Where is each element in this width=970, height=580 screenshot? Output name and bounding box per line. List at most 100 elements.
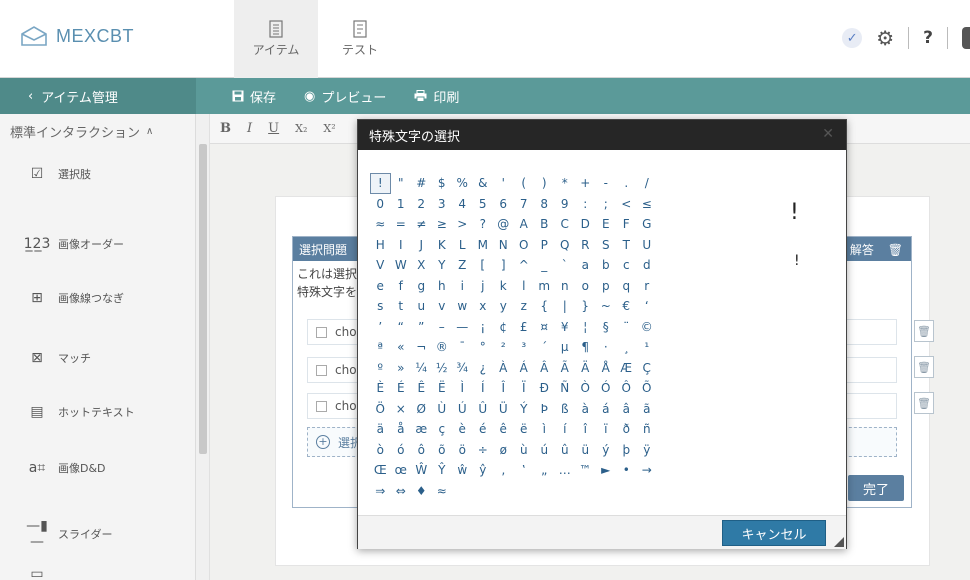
special-char-cell[interactable]: ≥: [432, 214, 453, 235]
print-button[interactable]: 印刷: [414, 87, 459, 106]
special-char-cell[interactable]: ³: [514, 337, 535, 358]
special-char-cell[interactable]: M: [473, 235, 494, 256]
special-char-cell[interactable]: Æ: [616, 358, 637, 379]
superscript-button[interactable]: X²: [323, 122, 335, 135]
sidebar-item-hottext[interactable]: ▤ ホットテキスト: [22, 404, 134, 420]
cancel-button[interactable]: キャンセル: [722, 520, 826, 546]
answer-tab[interactable]: 解答 🗑: [850, 241, 903, 258]
special-char-cell[interactable]: ¯: [452, 337, 473, 358]
special-char-cell[interactable]: Ã: [555, 358, 576, 379]
special-char-cell[interactable]: ¼: [411, 358, 432, 379]
special-char-cell[interactable]: Ù: [432, 399, 453, 420]
special-char-cell[interactable]: ê: [493, 419, 514, 440]
special-char-cell[interactable]: ¬: [411, 337, 432, 358]
special-char-cell[interactable]: ë: [514, 419, 535, 440]
special-char-cell[interactable]: Á: [514, 358, 535, 379]
special-char-cell[interactable]: ‘: [637, 296, 658, 317]
special-char-cell[interactable]: œ: [391, 460, 412, 481]
special-char-cell[interactable]: ♦: [411, 481, 432, 502]
special-char-cell[interactable]: €: [616, 296, 637, 317]
special-char-cell[interactable]: /: [637, 173, 658, 194]
special-char-cell[interactable]: y: [493, 296, 514, 317]
special-char-cell[interactable]: r: [637, 276, 658, 297]
special-char-cell[interactable]: ï: [596, 419, 617, 440]
special-char-cell[interactable]: R: [575, 235, 596, 256]
special-char-cell[interactable]: →: [637, 460, 658, 481]
special-char-cell[interactable]: n: [555, 276, 576, 297]
special-char-cell[interactable]: ': [493, 173, 514, 194]
special-char-cell[interactable]: è: [452, 419, 473, 440]
close-icon[interactable]: ✕: [822, 126, 834, 142]
save-button[interactable]: 保存: [232, 87, 276, 106]
special-char-cell[interactable]: F: [616, 214, 637, 235]
special-char-cell[interactable]: ñ: [637, 419, 658, 440]
delete-choice-button[interactable]: 🗑: [914, 392, 934, 414]
checkbox[interactable]: [316, 364, 327, 376]
special-char-cell[interactable]: ¾: [452, 358, 473, 379]
special-char-cell[interactable]: 8: [534, 194, 555, 215]
special-char-cell[interactable]: l: [514, 276, 535, 297]
special-char-cell[interactable]: h: [432, 276, 453, 297]
special-char-cell[interactable]: q: [616, 276, 637, 297]
special-char-cell[interactable]: º: [370, 358, 391, 379]
special-char-cell[interactable]: ►: [596, 460, 617, 481]
special-char-cell[interactable]: >: [452, 214, 473, 235]
sidebar-item-more[interactable]: ▭: [22, 566, 58, 580]
special-char-cell[interactable]: ®: [432, 337, 453, 358]
special-char-cell[interactable]: p: [596, 276, 617, 297]
special-char-cell[interactable]: J: [411, 235, 432, 256]
special-char-cell[interactable]: W: [391, 255, 412, 276]
special-char-cell[interactable]: ;: [596, 194, 617, 215]
special-char-cell[interactable]: ÷: [473, 440, 494, 461]
special-char-cell[interactable]: g: [411, 276, 432, 297]
special-char-cell[interactable]: a: [575, 255, 596, 276]
special-char-cell[interactable]: •: [616, 460, 637, 481]
special-char-cell[interactable]: e: [370, 276, 391, 297]
special-char-cell[interactable]: P: [534, 235, 555, 256]
special-char-cell[interactable]: °: [473, 337, 494, 358]
special-char-cell[interactable]: Ê: [411, 378, 432, 399]
sidebar-header[interactable]: 標準インタラクション ∧: [0, 114, 195, 148]
bold-button[interactable]: B: [220, 121, 231, 136]
special-char-cell[interactable]: ¿: [473, 358, 494, 379]
special-char-cell[interactable]: ª: [370, 337, 391, 358]
special-char-cell[interactable]: 4: [452, 194, 473, 215]
special-char-cell[interactable]: ≠: [411, 214, 432, 235]
scrollbar-thumb[interactable]: [199, 144, 207, 454]
special-char-cell[interactable]: Z: [452, 255, 473, 276]
special-char-cell[interactable]: £: [514, 317, 535, 338]
special-char-cell[interactable]: {: [534, 296, 555, 317]
special-char-cell[interactable]: ½: [432, 358, 453, 379]
special-char-cell[interactable]: U: [637, 235, 658, 256]
special-char-cell[interactable]: X: [411, 255, 432, 276]
special-char-cell[interactable]: ‚: [493, 460, 514, 481]
app-logo[interactable]: MEXCBT: [20, 24, 134, 48]
special-char-cell[interactable]: „: [534, 460, 555, 481]
special-char-cell[interactable]: }: [575, 296, 596, 317]
special-char-cell[interactable]: 6: [493, 194, 514, 215]
special-char-cell[interactable]: þ: [616, 440, 637, 461]
special-char-cell[interactable]: ó: [391, 440, 412, 461]
special-char-cell[interactable]: ´: [534, 337, 555, 358]
special-char-cell[interactable]: Ë: [432, 378, 453, 399]
underline-button[interactable]: U: [268, 121, 279, 136]
special-char-cell[interactable]: ¨: [616, 317, 637, 338]
special-char-cell[interactable]: ²: [493, 337, 514, 358]
special-char-cell[interactable]: Ñ: [555, 378, 576, 399]
special-char-cell[interactable]: Ø: [411, 399, 432, 420]
special-char-cell[interactable]: !: [370, 173, 391, 194]
special-char-cell[interactable]: t: [391, 296, 412, 317]
special-char-cell[interactable]: 9: [555, 194, 576, 215]
special-char-cell[interactable]: Ì: [452, 378, 473, 399]
special-char-cell[interactable]: Q: [555, 235, 576, 256]
special-char-cell[interactable]: È: [370, 378, 391, 399]
special-char-cell[interactable]: ð: [616, 419, 637, 440]
special-char-cell[interactable]: ù: [514, 440, 535, 461]
special-char-cell[interactable]: z: [514, 296, 535, 317]
special-char-cell[interactable]: =: [391, 214, 412, 235]
special-char-cell[interactable]: ŷ: [473, 460, 494, 481]
special-char-cell[interactable]: 1: [391, 194, 412, 215]
delete-choice-button[interactable]: 🗑: [914, 320, 934, 342]
special-char-cell[interactable]: E: [596, 214, 617, 235]
prompt-line-1[interactable]: これは選択: [297, 265, 357, 282]
